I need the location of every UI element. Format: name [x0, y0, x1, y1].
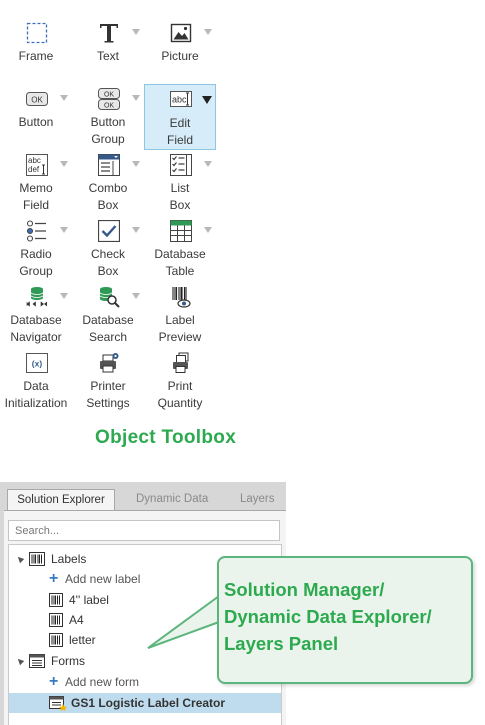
barcode-icon: [49, 613, 63, 627]
chevron-down-icon[interactable]: [202, 96, 212, 104]
chevron-down-icon[interactable]: [60, 161, 68, 167]
labels-folder-icon: [29, 552, 45, 566]
form-icon: [49, 696, 67, 711]
button-group-icon: OK OK: [98, 88, 120, 110]
tool-button[interactable]: OK Button: [0, 66, 72, 130]
callout-text: Solution Manager/ Dynamic Data Explorer/…: [224, 579, 432, 654]
memo-field-icon-text-2: def: [28, 165, 40, 174]
tool-text[interactable]: Text: [72, 0, 144, 64]
panel-tabs: Solution Explorer Dynamic Data Layers: [0, 482, 286, 511]
printer-settings-icon: [100, 353, 119, 373]
tool-database-search[interactable]: Database Search: [72, 264, 144, 344]
tool-button-group[interactable]: OK OK Button Group: [72, 66, 144, 146]
tree-item-text: A4: [69, 613, 84, 627]
button-group-icon-text-bottom: OK: [104, 103, 114, 110]
chevron-down-icon[interactable]: [60, 95, 68, 101]
tool-combo-box[interactable]: Combo Box: [72, 132, 144, 212]
list-box-icon: [170, 154, 192, 176]
add-new-label-text: Add new label: [65, 572, 141, 586]
tool-frame[interactable]: Frame: [0, 0, 72, 64]
callout-box: Solution Manager/ Dynamic Data Explorer/…: [217, 556, 473, 684]
tree-item-form-text: GS1 Logistic Label Creator: [71, 696, 226, 710]
memo-field-icon: abc def: [26, 154, 48, 176]
combo-box-icon: [98, 154, 120, 176]
check-box-icon: [98, 220, 120, 242]
tool-check-box[interactable]: Check Box: [72, 198, 144, 278]
tool-list-box[interactable]: List Box: [144, 132, 216, 212]
tool-picture[interactable]: Picture: [144, 0, 216, 64]
chevron-down-icon[interactable]: [204, 161, 212, 167]
chevron-down-icon[interactable]: [60, 227, 68, 233]
database-search-icon: [99, 287, 120, 308]
chevron-down-icon[interactable]: [204, 227, 212, 233]
forms-folder-icon: [29, 654, 45, 668]
add-new-form-text: Add new form: [65, 675, 140, 689]
print-quantity-icon: [173, 352, 189, 373]
chevron-down-icon[interactable]: [60, 293, 68, 299]
barcode-icon: [49, 593, 63, 607]
tree-node-labels-text: Labels: [51, 552, 87, 566]
object-toolbox: Frame Text Picture OK Button OK OK Butto…: [0, 0, 260, 480]
chevron-down-icon[interactable]: [132, 227, 140, 233]
tool-print-quantity-label: Print Quantity: [157, 379, 203, 410]
tool-data-initialization[interactable]: (x) Data Initialization: [0, 330, 72, 410]
expander-icon[interactable]: [15, 656, 25, 666]
barcode-icon: [49, 633, 63, 647]
chevron-down-icon[interactable]: [132, 29, 140, 35]
chevron-down-icon[interactable]: [132, 293, 140, 299]
chevron-down-icon[interactable]: [132, 95, 140, 101]
tab-dynamic-data[interactable]: Dynamic Data: [136, 489, 208, 511]
radio-group-icon: [26, 220, 46, 242]
tool-database-navigator[interactable]: Database Navigator: [0, 264, 72, 344]
plus-icon: +: [49, 673, 59, 690]
tree-item-form[interactable]: GS1 Logistic Label Creator: [9, 693, 281, 713]
button-icon: OK: [26, 92, 48, 106]
picture-icon: [170, 23, 192, 43]
tool-radio-group[interactable]: Radio Group: [0, 198, 72, 278]
frame-icon: [26, 22, 48, 44]
button-icon-text: OK: [31, 96, 43, 105]
data-initialization-icon-text: (x): [32, 359, 43, 369]
label-preview-icon: [172, 287, 191, 308]
tool-print-quantity[interactable]: Print Quantity: [144, 330, 216, 410]
text-icon: [100, 24, 118, 43]
tool-label-preview[interactable]: Label Preview: [144, 264, 216, 344]
object-toolbox-title: Object Toolbox: [95, 427, 237, 448]
database-navigator-icon: [26, 287, 48, 307]
chevron-down-icon[interactable]: [132, 161, 140, 167]
expander-icon[interactable]: [15, 554, 25, 564]
tab-solution-explorer[interactable]: Solution Explorer: [7, 489, 115, 511]
memo-field-icon-text-1: abc: [28, 156, 41, 165]
tool-picture-label: Picture: [161, 49, 199, 63]
tree-node-forms-text: Forms: [51, 654, 85, 668]
data-initialization-icon: (x): [26, 353, 48, 373]
edit-field-icon: abc: [170, 91, 192, 107]
edit-field-icon-text: abc: [172, 95, 187, 105]
search-input[interactable]: Search...: [8, 520, 280, 541]
tab-layers[interactable]: Layers: [240, 489, 275, 511]
tree-item-text: 4'' label: [69, 593, 109, 607]
tool-memo-field[interactable]: abc def Memo Field: [0, 132, 72, 212]
tool-printer-settings[interactable]: Printer Settings: [72, 330, 144, 410]
tool-database-table[interactable]: Database Table: [144, 198, 216, 278]
chevron-down-icon[interactable]: [204, 29, 212, 35]
database-table-icon: [170, 220, 192, 242]
plus-icon: +: [49, 570, 59, 587]
tree-item-text: letter: [69, 633, 96, 647]
button-group-icon-text-top: OK: [104, 92, 114, 99]
